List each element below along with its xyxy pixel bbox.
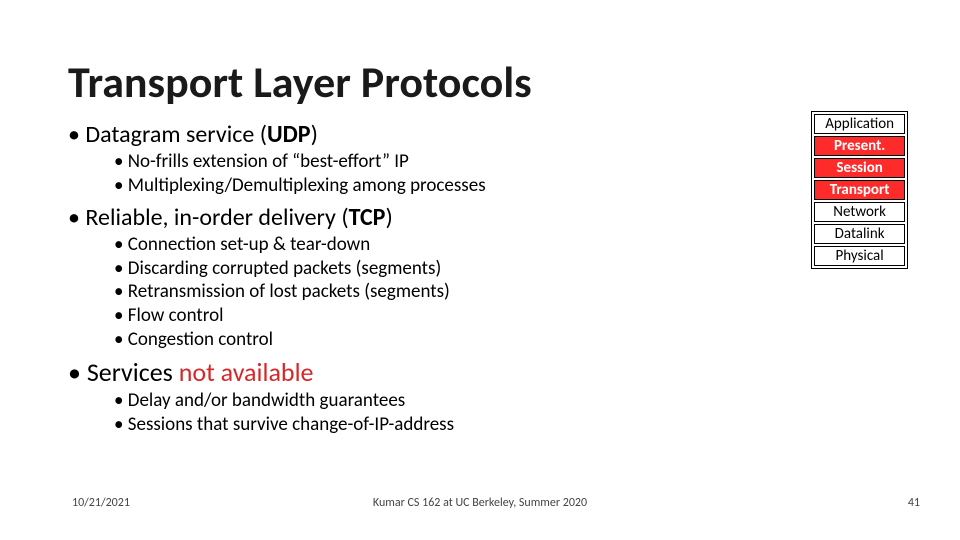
slide-title: Transport Layer Protocols: [68, 55, 532, 109]
layer-cell: Network: [814, 202, 905, 222]
subbullet: Delay and/or bandwidth guarantees: [114, 389, 708, 413]
text-bold: TCP: [349, 203, 386, 232]
subbullet: Sessions that survive change-of-IP-addre…: [114, 413, 708, 437]
layer-cell: Physical: [814, 246, 905, 266]
footer-center: Kumar CS 162 at UC Berkeley, Summer 2020: [0, 496, 960, 510]
subbullet: Connection set-up & tear-down: [114, 233, 708, 257]
layer-cell: Session: [814, 158, 905, 178]
subbullet: Congestion control: [114, 328, 708, 352]
subbullet: Retransmission of lost packets (segments…: [114, 280, 708, 304]
layer-cell: Datalink: [814, 224, 905, 244]
text: Datagram service (: [85, 120, 267, 149]
text-red: not available: [179, 356, 314, 388]
footer-page-number: 41: [908, 496, 920, 510]
text: Services: [87, 356, 179, 388]
slide-body: Datagram service (UDP) No-frills extensi…: [68, 115, 708, 437]
bullet-tcp: Reliable, in-order delivery (TCP): [68, 202, 708, 233]
osi-layers-table: Application Present. Session Transport N…: [811, 111, 908, 269]
subbullet: Flow control: [114, 304, 708, 328]
subbullet: No-frills extension of “best-effort” IP: [114, 150, 708, 174]
text-bold: UDP: [267, 120, 311, 149]
text: Reliable, in-order delivery (: [85, 203, 348, 232]
subbullet: Multiplexing/Demultiplexing among proces…: [114, 174, 708, 198]
text: ): [311, 120, 318, 149]
layer-cell: Present.: [814, 136, 905, 156]
layer-cell: Transport: [814, 180, 905, 200]
subbullet: Discarding corrupted packets (segments): [114, 257, 708, 281]
bullet-not-available: Services not available: [68, 356, 708, 390]
bullet-udp: Datagram service (UDP): [68, 119, 708, 150]
slide: Transport Layer Protocols Datagram servi…: [0, 0, 960, 540]
text: ): [385, 203, 392, 232]
layer-cell: Application: [814, 114, 905, 134]
